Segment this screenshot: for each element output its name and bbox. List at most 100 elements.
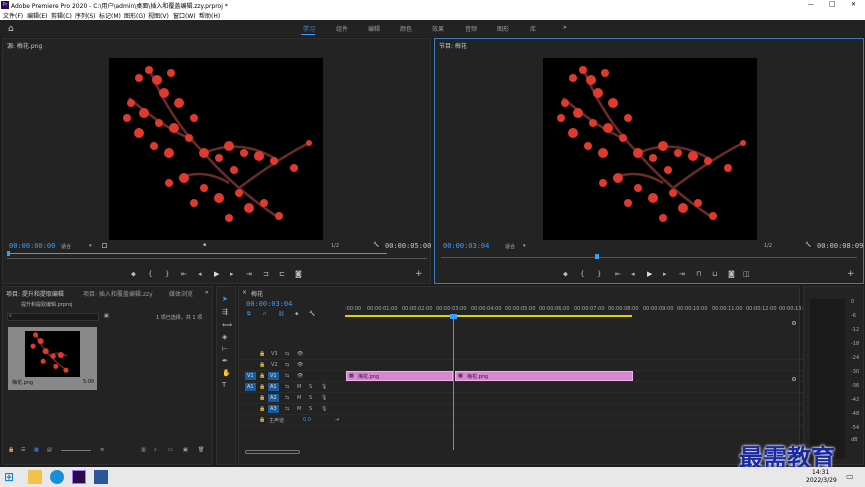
add-marker-icon[interactable]: ⬥	[563, 271, 568, 278]
mute-button[interactable]: M	[297, 384, 301, 390]
eye-icon[interactable]: 👁	[297, 373, 303, 379]
edge-browser-icon[interactable]	[50, 470, 64, 484]
go-to-in-icon[interactable]: ⇤	[615, 271, 621, 278]
export-frame-icon[interactable]: ◙	[728, 271, 735, 278]
export-frame-icon[interactable]: ◙	[295, 271, 302, 278]
solo-button[interactable]: S	[309, 406, 312, 412]
mark-out-icon[interactable]: }	[165, 271, 169, 278]
close-button[interactable]: ✕	[851, 1, 856, 8]
source-playhead[interactable]	[7, 251, 10, 256]
notification-icon[interactable]: ▭	[846, 472, 854, 481]
source-patch-a1[interactable]: A1	[245, 383, 256, 391]
project-item-thumbnail[interactable]: 梅花.png 5:00	[8, 327, 97, 390]
go-to-out-icon[interactable]: ⇥	[679, 271, 685, 278]
timeline-timecode[interactable]: 00:00:03:04	[246, 300, 292, 308]
program-playhead[interactable]	[595, 254, 599, 259]
go-to-out-icon[interactable]: ⇥	[246, 271, 252, 278]
play-icon[interactable]: ▶	[647, 271, 652, 278]
wrench-icon[interactable]: 🔧	[373, 242, 379, 248]
nest-toggle-icon[interactable]: ⧉	[247, 311, 251, 317]
track-select-tool-icon[interactable]: ⇶	[222, 309, 228, 316]
workspace-audio[interactable]: 音频	[465, 24, 477, 33]
lock-icon[interactable]: 🔒	[259, 351, 265, 357]
menu-view[interactable]: 视图(V)	[148, 11, 169, 20]
sync-lock-icon[interactable]: ⇆	[285, 362, 289, 368]
premiere-taskbar-icon[interactable]	[72, 470, 86, 484]
eye-icon[interactable]: 👁	[297, 362, 303, 368]
lock-icon[interactable]: 🔒	[259, 395, 265, 401]
step-forward-icon[interactable]: ▸	[230, 271, 234, 278]
project-tab-insert-overwrite[interactable]: 项目: 插入和覆盖编辑.zzy	[83, 289, 153, 298]
workspace-learn[interactable]: 学习	[303, 24, 315, 33]
workspace-assembly[interactable]: 组件	[336, 24, 348, 33]
source-fit-dropdown[interactable]: 适合	[61, 243, 71, 250]
source-timecode[interactable]: 00:00:00:00	[9, 242, 55, 250]
slip-tool-icon[interactable]: ⊢	[222, 346, 228, 353]
clock-time[interactable]: 14:31	[812, 469, 829, 476]
new-item-icon[interactable]: ▣	[183, 447, 188, 453]
step-forward-icon[interactable]: ▸	[663, 271, 667, 278]
selection-tool-icon[interactable]: ➤	[222, 296, 228, 303]
menu-help[interactable]: 帮助(H)	[199, 11, 220, 20]
clip[interactable]: ▩ 梅花.png	[346, 371, 453, 381]
microphone-icon[interactable]: 🎙	[321, 384, 327, 390]
workspace-overflow-button[interactable]: »	[563, 24, 567, 31]
master-volume-value[interactable]: 0.0	[303, 417, 311, 423]
workspace-graphics[interactable]: 图形	[497, 24, 509, 33]
add-marker-icon[interactable]: ⬥	[295, 311, 299, 317]
source-patch-v1[interactable]: V1	[245, 372, 256, 380]
program-fit-dropdown[interactable]: 适合	[505, 243, 515, 250]
minimize-button[interactable]: —	[808, 1, 814, 8]
new-bin-bottom-icon[interactable]: ▭	[168, 447, 173, 453]
track-label-v1[interactable]: V1	[268, 372, 279, 380]
mark-in-icon[interactable]: {	[148, 271, 152, 278]
mute-button[interactable]: M	[297, 395, 301, 401]
timeline-tab[interactable]: 梅花	[251, 289, 263, 298]
panel-overflow-button[interactable]: »	[205, 289, 209, 296]
microphone-icon[interactable]: 🎙	[321, 395, 327, 401]
lock-icon[interactable]: 🔒	[259, 362, 265, 368]
sync-lock-icon[interactable]: ⇆	[285, 395, 289, 401]
horizontal-scrollbar[interactable]	[245, 450, 300, 454]
menu-edit[interactable]: 编辑(E)	[27, 11, 47, 20]
add-marker-icon[interactable]: ⬥	[131, 271, 136, 278]
program-scrub-bar[interactable]	[441, 257, 857, 258]
automate-to-sequence-icon[interactable]: ▥	[141, 447, 146, 453]
play-icon[interactable]: ▶	[214, 271, 219, 278]
menu-window[interactable]: 窗口(W)	[173, 11, 196, 20]
file-explorer-icon[interactable]	[28, 470, 42, 484]
razor-tool-icon[interactable]: ◈	[222, 334, 227, 341]
find-icon[interactable]: ⌕	[154, 447, 157, 453]
lift-icon[interactable]: ⊓	[696, 271, 701, 278]
program-resolution-dropdown[interactable]: 1/2	[764, 243, 772, 249]
solo-button[interactable]: S	[309, 384, 312, 390]
lock-icon[interactable]: 🔒	[259, 417, 265, 423]
windows-start-icon[interactable]: ⊞	[4, 470, 18, 484]
lock-icon[interactable]: 🔒	[259, 373, 265, 379]
timeline-settings-icon[interactable]: 🔧	[309, 311, 315, 317]
sort-icon[interactable]: ≡	[100, 447, 104, 453]
type-tool-icon[interactable]: T	[222, 382, 226, 389]
ripple-edit-tool-icon[interactable]: ⟺	[222, 322, 232, 329]
menu-file[interactable]: 文件(F)	[3, 11, 23, 20]
track-label-a2[interactable]: A2	[268, 394, 279, 402]
icon-view-icon[interactable]: ▦	[34, 447, 39, 453]
lock-icon[interactable]: 🔒	[259, 406, 265, 412]
in-out-marker-icon[interactable]: ▪	[203, 242, 206, 248]
new-bin-icon[interactable]: ▣	[104, 313, 109, 319]
track-label-v3[interactable]: V3	[271, 351, 278, 357]
step-back-icon[interactable]: ◂	[631, 271, 635, 278]
hand-tool-icon[interactable]: ✋	[222, 370, 231, 377]
workspace-color[interactable]: 颜色	[400, 24, 412, 33]
freeform-view-icon[interactable]: ▤	[47, 447, 52, 453]
workspace-effects[interactable]: 效果	[432, 24, 444, 33]
lock-icon[interactable]: 🔒	[259, 384, 265, 390]
settings-box-icon[interactable]	[102, 243, 107, 248]
work-area-bar[interactable]	[345, 315, 632, 317]
menu-graphics[interactable]: 图形(G)	[124, 11, 145, 20]
pen-tool-icon[interactable]: ✒	[222, 358, 228, 365]
media-browser-tab[interactable]: 媒体浏览	[169, 289, 193, 298]
go-to-end-icon[interactable]: ⇥	[335, 417, 339, 423]
track-label-a3[interactable]: A3	[268, 405, 279, 413]
track-label-a1[interactable]: A1	[268, 383, 279, 391]
